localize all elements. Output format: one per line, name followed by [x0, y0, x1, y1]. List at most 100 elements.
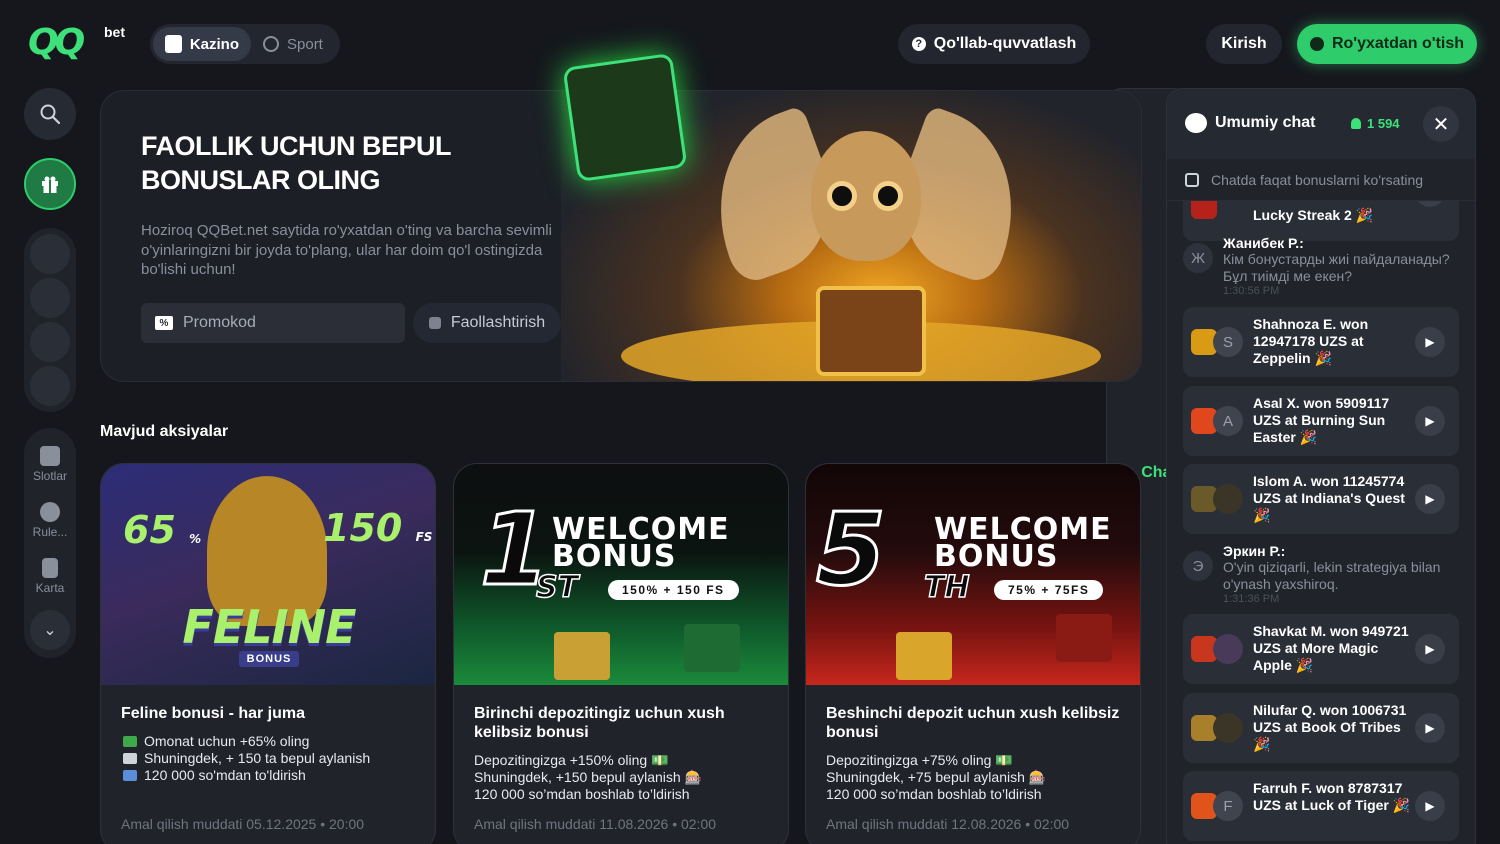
promo-line: Shuningdek, +150 bepul aylanish 🎰 — [474, 769, 702, 785]
sidebar-item-slots[interactable]: Slotlar — [24, 446, 76, 483]
percent-icon: % — [155, 316, 173, 330]
promo-line: 120 000 so’mdan boshlab to’ldirish — [826, 786, 1042, 802]
logo-suffix: bet — [104, 24, 125, 40]
online-count: 1 594 — [1351, 116, 1400, 131]
gift-box — [896, 632, 952, 680]
sidebar-slot[interactable] — [30, 366, 70, 406]
money-icon — [123, 736, 137, 747]
search-icon — [40, 104, 61, 125]
promo-card-image: 65 % 150 FS FELINE BONUS — [101, 464, 435, 685]
promo-art-name: FELINE — [182, 600, 356, 654]
win-text: Nilufar Q. won 1006731 UZS at Book Of Tr… — [1253, 702, 1407, 752]
search-button[interactable] — [24, 88, 76, 140]
expand-sidebar-button[interactable]: ⌄ — [30, 610, 70, 650]
promo-card-lines: Depozitingizga +150% oling 💵 Shuningdek,… — [474, 752, 774, 803]
avatar: Ж — [1183, 243, 1213, 273]
slot-machine-icon — [123, 753, 137, 764]
mode-switch: Kazino Sport — [150, 24, 340, 64]
tab-kazino-label: Kazino — [189, 35, 239, 53]
bonus-filter-checkbox[interactable]: Chatda faqat bonuslarni ko'rsating — [1167, 159, 1475, 201]
bonus-button[interactable] — [24, 158, 76, 210]
sidebar-slot[interactable] — [30, 322, 70, 362]
game-thumbnail[interactable] — [1191, 201, 1217, 219]
play-button[interactable]: ▶ — [1415, 201, 1445, 207]
win-text: Farruh F. won 8787317 UZS at Luck of Tig… — [1253, 780, 1411, 813]
chat-feed[interactable]: Lucky Streak 2 🎉 ▶ Ж Жанибек Р.: Кім бон… — [1167, 201, 1475, 844]
section-title: Mavjud aksiyalar — [100, 423, 229, 440]
win-item: Islom A. won 11245774 UZS at Indiana's Q… — [1183, 464, 1459, 534]
message-time: 1:30:56 PM — [1223, 285, 1280, 297]
promo-card-title: Birinchi depozitingiz uchun xush kelibsi… — [474, 705, 725, 741]
tab-kazino[interactable]: Kazino — [153, 27, 251, 61]
user-icon — [1351, 118, 1361, 129]
promo-card-first-deposit[interactable]: 1 ST WELCOME BONUS 150% + 150 FS Birinchi… — [453, 463, 789, 844]
play-icon: ▶ — [1425, 335, 1435, 349]
play-icon: ▶ — [1425, 799, 1435, 813]
promo-art-pill: 150% + 150 FS — [608, 580, 739, 600]
sidebar-item-label: Slotlar — [32, 469, 67, 483]
play-button[interactable]: ▶ — [1415, 406, 1445, 436]
filter-label: Chatda faqat bonuslarni ko'rsating — [1211, 171, 1424, 188]
tab-sport[interactable]: Sport — [251, 27, 335, 61]
promo-art-number: 5 — [815, 491, 888, 608]
sidebar-item-roulette[interactable]: Rule... — [24, 502, 76, 539]
owl-body — [811, 131, 921, 261]
play-button[interactable]: ▶ — [1415, 327, 1445, 357]
sidebar-item-cards[interactable]: Karta — [24, 558, 76, 595]
sidebar-slot[interactable] — [30, 234, 70, 274]
promo-card-deadline: Amal qilish muddati 12.08.2026 • 02:00 — [826, 816, 1070, 832]
gift-box — [684, 624, 740, 672]
chat-message: Э Эркин Р.: O'yin qiziqarli, lekin strat… — [1183, 543, 1463, 609]
avatar: Э — [1183, 551, 1213, 581]
promo-art-ordinal: ST — [535, 569, 579, 606]
treasure-chest — [816, 286, 926, 376]
message-time: 1:31:36 PM — [1223, 593, 1280, 605]
play-icon: ▶ — [1425, 642, 1435, 656]
support-button[interactable]: ? Qo'llab-quvvatlash — [898, 24, 1090, 64]
activate-button[interactable]: Faollashtirish — [413, 303, 561, 343]
promo-card-body: Birinchi depozitingiz uchun xush kelibsi… — [474, 704, 774, 803]
win-item: S Shahnoza E. won 12947178 UZS at Zeppel… — [1183, 307, 1459, 377]
promo-line: 120 000 so'mdan to'ldirish — [121, 767, 421, 784]
tab-sport-label: Sport — [287, 35, 323, 53]
sidebar-slot[interactable] — [30, 278, 70, 318]
sidebar-item-label: Rule... — [32, 525, 68, 539]
online-count-value: 1 594 — [1367, 116, 1400, 131]
logo-mark: QQ — [28, 22, 85, 63]
promo-card-lines: Depozitingizga +75% oling 💵 Shuningdek, … — [826, 752, 1126, 803]
play-button[interactable]: ▶ — [1415, 791, 1445, 821]
login-button[interactable]: Kirish — [1206, 24, 1282, 64]
register-button[interactable]: Ro'yxatdan o'tish — [1297, 24, 1477, 64]
chevron-down-icon: ⌄ — [43, 622, 57, 639]
play-button[interactable]: ▶ — [1415, 713, 1445, 743]
message-text: Кім бонустарды жиі пайдаланады? Бұл тиім… — [1223, 251, 1450, 284]
avatar — [1213, 634, 1243, 664]
avatar: A — [1213, 406, 1243, 436]
play-button[interactable]: ▶ — [1415, 484, 1445, 514]
logo[interactable]: QQ bet — [28, 22, 138, 68]
play-button[interactable]: ▶ — [1415, 634, 1445, 664]
promo-code-input[interactable]: % Promokod — [141, 303, 405, 343]
gift-icon — [42, 176, 58, 193]
gift-box — [554, 632, 610, 680]
promo-card-deadline: Amal qilish muddati 05.12.2025 • 20:00 — [121, 816, 365, 832]
message-author: Эркин Р.: — [1223, 543, 1286, 559]
promo-line: Omonat uchun +65% oling — [121, 733, 421, 750]
roulette-icon — [40, 502, 60, 522]
chat-message: Ж Жанибек Р.: Кім бонустарды жиі пайдала… — [1183, 235, 1463, 299]
card-icon — [42, 558, 58, 578]
cards-icon — [165, 35, 182, 53]
promo-art-title: WELCOME BONUS — [552, 512, 730, 574]
owl-eye — [873, 181, 903, 211]
help-icon: ? — [911, 37, 926, 51]
win-text: Shavkat M. won 949721 UZS at More Magic … — [1253, 623, 1409, 673]
login-label: Kirish — [1221, 35, 1267, 52]
message-author: Жанибек Р.: — [1223, 235, 1304, 251]
promo-card-fifth-deposit[interactable]: 5 TH WELCOME BONUS 75% + 75FS Beshinchi d… — [805, 463, 1141, 844]
slot-icon — [40, 446, 60, 466]
promo-card-feline[interactable]: 65 % 150 FS FELINE BONUS Feline bonusi -… — [100, 463, 436, 844]
promo-card-title: Beshinchi depozit uchun xush kelibsiz bo… — [826, 705, 1120, 741]
close-chat-button[interactable]: ✕ — [1423, 106, 1459, 142]
promo-art-tag: BONUS — [239, 651, 299, 667]
avatar — [1213, 713, 1243, 743]
